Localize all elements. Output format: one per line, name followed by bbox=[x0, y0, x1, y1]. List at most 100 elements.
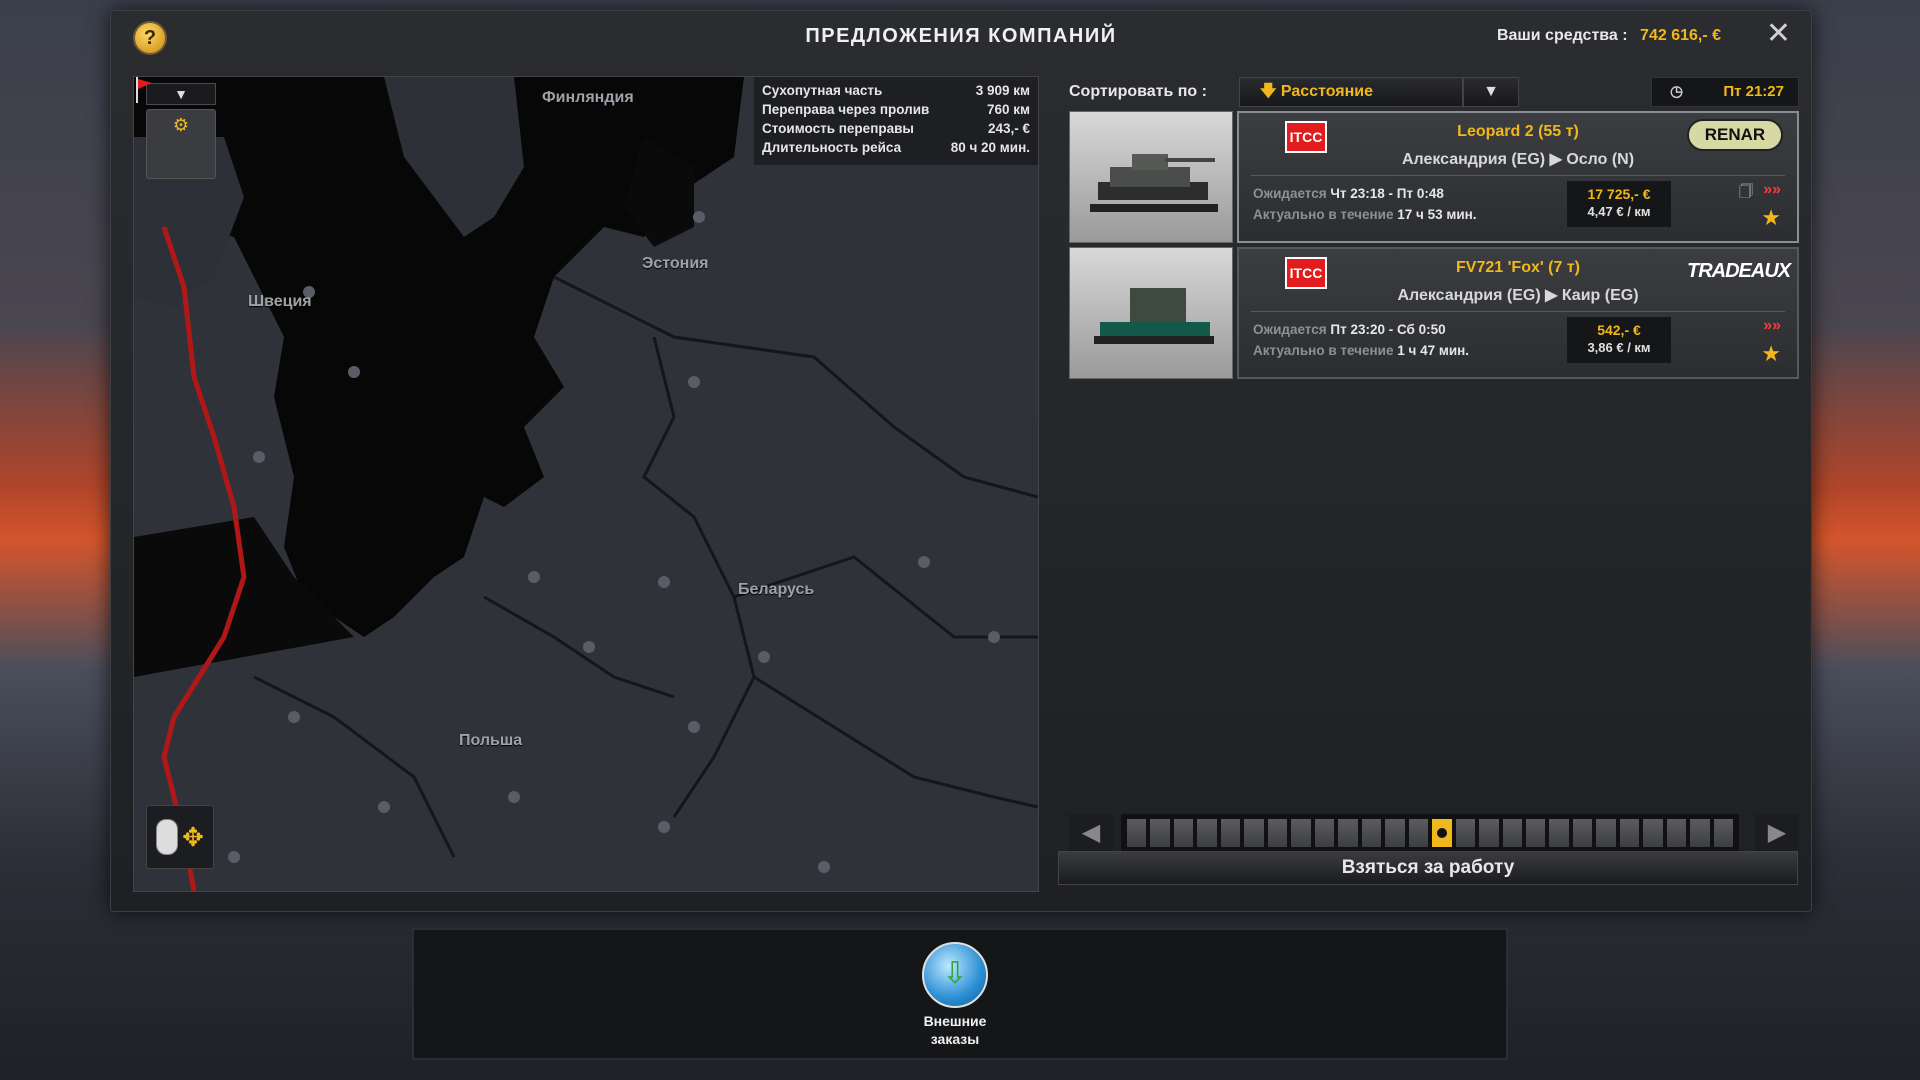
sort-select[interactable]: 🡇 Расстояние bbox=[1239, 77, 1463, 107]
job-offer-2[interactable]: ITCC FV721 'Fox' (7 т) Александрия (EG) … bbox=[1059, 247, 1799, 379]
pager-dot[interactable] bbox=[1291, 819, 1311, 847]
pager-dot[interactable] bbox=[1244, 819, 1264, 847]
price-per-km: 4,47 € / км bbox=[1587, 204, 1651, 219]
info-row: Переправа через пролив 760 км bbox=[762, 100, 1030, 119]
pager-dot[interactable] bbox=[1220, 819, 1241, 847]
tradeaux-logo: TRADEAUX bbox=[1687, 260, 1791, 282]
external-orders-button[interactable]: ⇩ Внешние заказы bbox=[910, 942, 1000, 1048]
pager-dot[interactable] bbox=[1643, 819, 1663, 847]
pager-dot[interactable] bbox=[1572, 819, 1593, 847]
external-orders-label-line1: Внешние bbox=[923, 1013, 987, 1029]
pager-dot[interactable] bbox=[1690, 819, 1710, 847]
sort-selected-value: Расстояние bbox=[1280, 83, 1373, 100]
pager-dot[interactable] bbox=[1455, 819, 1476, 847]
funds-label: Ваши средства : bbox=[1496, 27, 1628, 44]
info-label: Переправа через пролив bbox=[762, 102, 930, 117]
job-pager: ◀ ▶ bbox=[1059, 814, 1799, 852]
mouse-icon bbox=[156, 819, 179, 855]
map-label-estonia: Эстония bbox=[642, 255, 709, 272]
arrow-down-icon: 🡇 bbox=[1260, 83, 1277, 100]
job-offer-1[interactable]: ITCC Leopard 2 (55 т) Александрия (EG) ▶… bbox=[1059, 111, 1799, 243]
sort-label: Сортировать по : bbox=[1069, 83, 1207, 100]
map-label-belarus: Беларусь bbox=[738, 581, 815, 598]
divider bbox=[1251, 175, 1785, 176]
pager-dot-active[interactable] bbox=[1432, 819, 1452, 847]
pager-dot[interactable] bbox=[1596, 819, 1616, 847]
pager-next-button[interactable]: ▶ bbox=[1755, 814, 1799, 852]
expected-value: Чт 23:18 - Пт 0:48 bbox=[1330, 186, 1444, 201]
pager-dot[interactable] bbox=[1385, 819, 1405, 847]
pager-dot[interactable] bbox=[1525, 819, 1546, 847]
route-text: Александрия (EG) ▶ Осло (N) bbox=[1401, 151, 1635, 168]
map-filter-icon: ⚙ bbox=[172, 115, 190, 135]
move-arrows-icon: ✥ bbox=[182, 821, 204, 852]
price-box: 17 725,- € 4,47 € / км bbox=[1567, 181, 1671, 227]
info-value: 80 ч 20 мин. bbox=[950, 140, 1030, 155]
info-label: Сухопутная часть bbox=[762, 83, 883, 98]
pager-dot[interactable] bbox=[1502, 819, 1522, 847]
funds-value: 742 616,- € bbox=[1640, 27, 1721, 44]
clock-time: Пт 21:27 bbox=[1723, 83, 1784, 100]
urgent-icon: »» bbox=[1763, 181, 1781, 198]
chevron-down-icon: ▼ bbox=[1483, 83, 1499, 100]
sort-bar: Сортировать по : 🡇 Расстояние ▼ ◷ Пт 21:… bbox=[1059, 77, 1799, 107]
pager-dot[interactable] bbox=[1361, 819, 1382, 847]
pager-dot[interactable] bbox=[1197, 819, 1217, 847]
tank-icon bbox=[1090, 154, 1218, 212]
route-text: Александрия (EG) ▶ Каир (EG) bbox=[1397, 287, 1639, 304]
accept-job-button[interactable]: Взяться за работу bbox=[1058, 851, 1798, 885]
valid-label: Актуально в течение bbox=[1253, 343, 1394, 358]
route-info-box: Сухопутная часть 3 909 км Переправа чере… bbox=[754, 77, 1038, 165]
fragile-icon: 🗍 bbox=[1739, 183, 1753, 199]
pager-dot[interactable] bbox=[1127, 819, 1147, 847]
pager-dot[interactable] bbox=[1173, 819, 1194, 847]
pager-dot[interactable] bbox=[1666, 819, 1687, 847]
expected-label: Ожидается bbox=[1253, 186, 1327, 201]
globe-icon: ⇩ bbox=[922, 942, 988, 1008]
pager-dot[interactable] bbox=[1549, 819, 1569, 847]
arrow-left-icon: ◀ bbox=[1081, 819, 1101, 846]
info-value: 760 км bbox=[986, 102, 1030, 117]
map-label-finland: Финляндия bbox=[542, 89, 634, 106]
valid-label: Актуально в течение bbox=[1253, 207, 1394, 222]
game-clock: ◷ Пт 21:27 bbox=[1651, 77, 1799, 107]
external-orders-label-line2: заказы bbox=[930, 1031, 980, 1047]
info-label: Стоимость переправы bbox=[762, 121, 914, 136]
job-meta: Ожидается Чт 23:18 - Пт 0:48 Актуально в… bbox=[1253, 183, 1477, 225]
map-label-sweden: Швеция bbox=[248, 293, 312, 310]
funds-display: Ваши средства : 742 616,- € bbox=[1497, 27, 1721, 45]
sort-dropdown-button[interactable]: ▼ bbox=[1463, 77, 1519, 107]
pager-prev-button[interactable]: ◀ bbox=[1069, 814, 1113, 852]
job-details: ITCC Leopard 2 (55 т) Александрия (EG) ▶… bbox=[1237, 111, 1799, 243]
star-icon: ★ bbox=[1761, 205, 1781, 230]
pager-dot[interactable] bbox=[1408, 819, 1429, 847]
renar-logo: RENAR bbox=[1687, 119, 1783, 151]
armored-vehicle-icon bbox=[1094, 288, 1214, 344]
price-per-km: 3,86 € / км bbox=[1587, 340, 1651, 355]
info-value: 3 909 км bbox=[975, 83, 1030, 98]
star-icon: ★ bbox=[1761, 341, 1781, 366]
map-filter-button[interactable]: ⚙ bbox=[146, 109, 216, 179]
pager-dot[interactable] bbox=[1619, 819, 1640, 847]
map-collapse-button[interactable]: ▼ bbox=[146, 83, 216, 105]
pager-dot[interactable] bbox=[1314, 819, 1335, 847]
map-label-poland: Польша bbox=[459, 732, 523, 749]
company-offers-panel: ? ПРЕДЛОЖЕНИЯ КОМПАНИЙ Ваши средства : 7… bbox=[110, 10, 1812, 912]
chevron-down-icon: ▼ bbox=[174, 86, 188, 102]
route-map[interactable]: Финляндия Эстония Швеция Беларусь Польша… bbox=[133, 76, 1039, 892]
pager-dot[interactable] bbox=[1338, 819, 1358, 847]
info-value: 243,- € bbox=[987, 121, 1030, 136]
route-start-flag-icon bbox=[136, 77, 152, 103]
price-box: 542,- € 3,86 € / км bbox=[1567, 317, 1671, 363]
map-pan-control[interactable]: ✥ bbox=[146, 805, 214, 869]
arrow-right-icon: ▶ bbox=[1767, 819, 1787, 846]
info-row: Стоимость переправы 243,- € bbox=[762, 119, 1030, 138]
info-row: Длительность рейса 80 ч 20 мин. bbox=[762, 138, 1030, 157]
pager-dot[interactable] bbox=[1267, 819, 1288, 847]
cargo-image-tank bbox=[1069, 111, 1233, 243]
pager-dot[interactable] bbox=[1150, 819, 1170, 847]
close-icon[interactable]: ✕ bbox=[1766, 19, 1791, 49]
pager-dot[interactable] bbox=[1479, 819, 1499, 847]
pager-dot[interactable] bbox=[1713, 819, 1734, 847]
job-price: 542,- € bbox=[1597, 322, 1641, 338]
